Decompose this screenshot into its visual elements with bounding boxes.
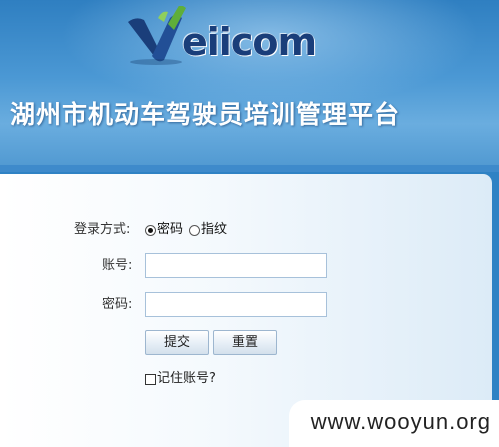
radio-fingerprint[interactable]: 指纹: [189, 222, 227, 238]
submit-button[interactable]: 提交: [145, 330, 209, 355]
platform-title: 湖州市机动车驾驶员培训管理平台: [10, 100, 401, 129]
radio-password-button[interactable]: [145, 224, 156, 236]
remember-checkbox[interactable]: [145, 373, 156, 385]
reset-button[interactable]: 重置: [213, 330, 277, 355]
login-method-label: 登录方式:: [74, 222, 131, 237]
radio-fingerprint-label: 指纹: [201, 222, 228, 237]
remember-label: 记住账号?: [157, 371, 216, 386]
watermark-box: www.wooyun.org: [289, 400, 499, 447]
password-input[interactable]: [145, 292, 327, 317]
remember-account[interactable]: 记住账号?: [145, 371, 216, 387]
password-label: 密码:: [102, 297, 133, 312]
account-label: 账号:: [102, 258, 133, 273]
account-input[interactable]: [145, 253, 327, 278]
header-stripe: [0, 165, 499, 172]
logo-wordmark: eiicom: [182, 20, 317, 64]
radio-password-label: 密码: [157, 222, 184, 237]
radio-fingerprint-button[interactable]: [189, 224, 200, 236]
watermark-text: www.wooyun.org: [310, 409, 491, 434]
radio-password[interactable]: 密码: [145, 222, 183, 238]
